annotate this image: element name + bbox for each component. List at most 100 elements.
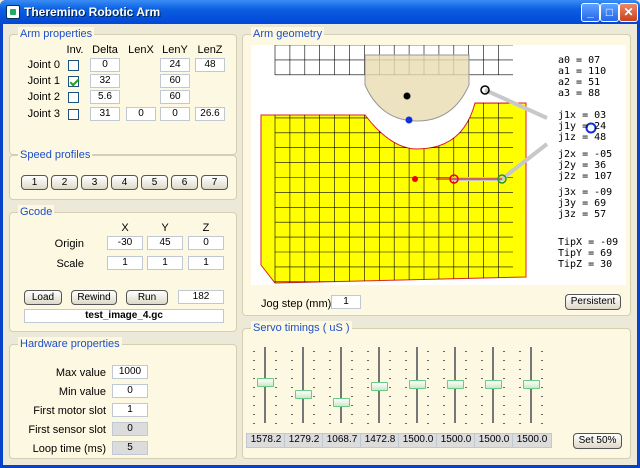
load-button[interactable]: Load bbox=[24, 290, 62, 305]
servo-tick bbox=[405, 369, 407, 370]
header-lenx: LenX bbox=[128, 44, 154, 56]
servo-tick bbox=[389, 351, 391, 352]
servo-slider-thumb[interactable] bbox=[257, 378, 274, 388]
servo-tick bbox=[443, 351, 445, 352]
servo-slider-thumb[interactable] bbox=[333, 398, 350, 408]
joint-3-leny-field[interactable]: 0 bbox=[160, 107, 190, 121]
servo-tick bbox=[481, 369, 483, 370]
maximize-button[interactable]: □ bbox=[600, 3, 619, 22]
jog-step-field[interactable]: 1 bbox=[331, 295, 361, 309]
geometry-readout: j1z = 48 bbox=[558, 132, 607, 143]
joint-0-delta-field[interactable]: 0 bbox=[90, 58, 120, 72]
servo-tick bbox=[291, 369, 293, 370]
speed-profile-button-4[interactable]: 4 bbox=[111, 175, 138, 190]
servo-slider-thumb[interactable] bbox=[447, 380, 464, 389]
servo-tick bbox=[367, 405, 369, 406]
hardware-row-field[interactable]: 5 bbox=[112, 441, 148, 455]
window-title: Theremino Robotic Arm bbox=[24, 5, 161, 19]
hardware-row-field[interactable]: 1 bbox=[112, 403, 148, 417]
servo-slider-thumb[interactable] bbox=[485, 380, 502, 389]
joint-1-leny-field[interactable]: 60 bbox=[160, 74, 190, 88]
servo-tick bbox=[253, 405, 255, 406]
servo-tick bbox=[351, 414, 353, 415]
servo-value-field: 1500.0 bbox=[512, 433, 552, 448]
servo-tick bbox=[405, 396, 407, 397]
servo-slider-thumb[interactable] bbox=[523, 380, 540, 389]
servo-tick bbox=[443, 396, 445, 397]
gcode-header-y: Y bbox=[161, 222, 169, 234]
servo-slider-track[interactable] bbox=[302, 347, 304, 423]
servo-tick bbox=[367, 351, 369, 352]
gcode-file-field[interactable]: test_image_4.gc bbox=[24, 309, 224, 323]
servo-tick bbox=[481, 414, 483, 415]
servo-tick bbox=[313, 378, 315, 379]
servo-tick bbox=[503, 351, 505, 352]
joint-2-invert-checkbox[interactable] bbox=[68, 92, 79, 103]
joint-3-label: Joint 3 bbox=[27, 108, 60, 120]
joint-0-lenz-field[interactable]: 48 bbox=[195, 58, 225, 72]
servo-tick bbox=[329, 396, 331, 397]
joint-2-leny-field[interactable]: 60 bbox=[160, 90, 190, 104]
servo-tick bbox=[367, 414, 369, 415]
joint-1-invert-checkbox[interactable] bbox=[68, 76, 79, 87]
servo-value-field: 1500.0 bbox=[474, 433, 514, 448]
set-50-button[interactable]: Set 50% bbox=[573, 433, 622, 449]
servo-tick bbox=[291, 378, 293, 379]
joint-2-delta-field[interactable]: 5.6 bbox=[90, 90, 120, 104]
rewind-button[interactable]: Rewind bbox=[71, 290, 117, 305]
origin-y-field[interactable]: 45 bbox=[147, 236, 183, 250]
servo-tick bbox=[291, 423, 293, 424]
servo-tick bbox=[291, 387, 293, 388]
servo-tick bbox=[313, 369, 315, 370]
arm-geometry-panel: Arm geometry a0 = 07 a1 = 110 a2 = 51 a3 = … bbox=[242, 27, 631, 316]
servo-value-field: 1500.0 bbox=[398, 433, 438, 448]
hardware-row-field[interactable]: 1000 bbox=[112, 365, 148, 379]
servo-slider-thumb[interactable] bbox=[409, 380, 426, 389]
servo-tick bbox=[443, 360, 445, 361]
speed-profile-button-6[interactable]: 6 bbox=[171, 175, 198, 190]
speed-profile-button-3[interactable]: 3 bbox=[81, 175, 108, 190]
servo-tick bbox=[275, 414, 277, 415]
speed-profile-button-7[interactable]: 7 bbox=[201, 175, 228, 190]
joint-0-marker bbox=[403, 92, 411, 100]
persistent-button[interactable]: Persistent bbox=[565, 294, 621, 310]
servo-tick bbox=[443, 369, 445, 370]
joint-3-delta-field[interactable]: 31 bbox=[90, 107, 120, 121]
joint-2-label: Joint 2 bbox=[27, 91, 60, 103]
scale-y-field[interactable]: 1 bbox=[147, 256, 183, 270]
servo-value-field: 1279.2 bbox=[284, 433, 324, 448]
servo-tick bbox=[329, 351, 331, 352]
servo-tick bbox=[329, 423, 331, 424]
joint-0-leny-field[interactable]: 24 bbox=[160, 58, 190, 72]
speed-profile-button-2[interactable]: 2 bbox=[51, 175, 78, 190]
speed-profiles-panel: Speed profiles 1234567 bbox=[9, 148, 237, 200]
gcode-line-field[interactable]: 182 bbox=[178, 290, 224, 304]
joint-1-delta-field[interactable]: 32 bbox=[90, 74, 120, 88]
servo-tick bbox=[329, 369, 331, 370]
title-bar[interactable]: Theremino Robotic Arm _ □ ✕ bbox=[0, 0, 640, 24]
minimize-button[interactable]: _ bbox=[581, 3, 600, 22]
servo-tick bbox=[519, 378, 521, 379]
joint-3-lenz-field[interactable]: 26.6 bbox=[195, 107, 225, 121]
servo-tick bbox=[389, 396, 391, 397]
servo-slider-thumb[interactable] bbox=[371, 381, 388, 391]
joint-0-invert-checkbox[interactable] bbox=[68, 60, 79, 71]
close-button[interactable]: ✕ bbox=[619, 3, 638, 22]
arm-properties-panel: Arm properties Inv. Delta LenX LenY LenZ… bbox=[9, 27, 237, 155]
hardware-row-field[interactable]: 0 bbox=[112, 422, 148, 436]
origin-z-field[interactable]: 0 bbox=[188, 236, 224, 250]
run-button[interactable]: Run bbox=[126, 290, 168, 305]
hardware-row-field[interactable]: 0 bbox=[112, 384, 148, 398]
joint-3-invert-checkbox[interactable] bbox=[68, 109, 79, 120]
scale-x-field[interactable]: 1 bbox=[107, 256, 143, 270]
origin-x-field[interactable]: -30 bbox=[107, 236, 143, 250]
header-leny: LenY bbox=[162, 44, 188, 56]
speed-profile-button-5[interactable]: 5 bbox=[141, 175, 168, 190]
speed-profile-button-1[interactable]: 1 bbox=[21, 175, 48, 190]
servo-slider-track[interactable] bbox=[340, 347, 342, 423]
scale-z-field[interactable]: 1 bbox=[188, 256, 224, 270]
joint-3-lenx-field[interactable]: 0 bbox=[126, 107, 156, 121]
servo-tick bbox=[329, 378, 331, 379]
servo-tick bbox=[427, 405, 429, 406]
servo-slider-thumb[interactable] bbox=[295, 389, 312, 399]
